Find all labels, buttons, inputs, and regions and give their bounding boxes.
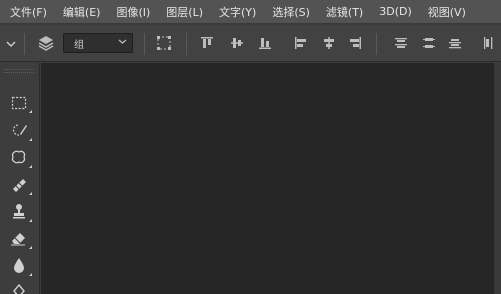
align-right-icon[interactable] — [346, 34, 364, 52]
align-horizontal-center-icon[interactable] — [320, 34, 338, 52]
auto-select-dropdown[interactable]: 组 — [63, 33, 133, 53]
auto-select-value: 组 — [74, 39, 84, 51]
tool-preset-chevron-icon[interactable] — [4, 37, 18, 51]
clone-stamp-tool[interactable] — [4, 202, 34, 224]
menu-file[interactable]: 文件(F) — [10, 4, 47, 20]
eraser-icon — [10, 230, 28, 250]
distribute-left-icon[interactable] — [480, 34, 498, 52]
blur-tool[interactable] — [4, 256, 34, 278]
align-left-icon[interactable] — [292, 34, 310, 52]
align-top-icon[interactable] — [198, 34, 216, 52]
menu-3d[interactable]: 3D(D) — [379, 5, 412, 18]
distribute-vertical-center-icon[interactable] — [420, 34, 438, 52]
menu-view[interactable]: 视图(V) — [428, 4, 466, 20]
menu-layer[interactable]: 图层(L) — [166, 4, 203, 20]
spot-healing-tool[interactable] — [4, 148, 34, 170]
quick-selection-icon — [10, 122, 28, 142]
pen-tool[interactable] — [4, 281, 34, 294]
menu-type[interactable]: 文字(Y) — [219, 4, 256, 20]
distribute-bottom-icon[interactable] — [446, 34, 464, 52]
menu-image[interactable]: 图像(I) — [116, 4, 150, 20]
panel-grip[interactable] — [4, 69, 34, 73]
distribute-top-icon[interactable] — [392, 34, 410, 52]
panel-edge — [494, 63, 501, 294]
rectangular-marquee-icon — [11, 95, 27, 114]
auto-select-layers-icon[interactable] — [36, 33, 56, 53]
rectangular-marquee-tool[interactable] — [4, 93, 34, 115]
tools-panel — [0, 63, 40, 294]
clone-stamp-icon — [11, 203, 27, 223]
align-vertical-center-icon[interactable] — [228, 34, 246, 52]
eraser-tool[interactable] — [4, 229, 34, 251]
pen-icon — [11, 283, 27, 294]
menu-select[interactable]: 选择(S) — [272, 4, 310, 20]
menu-bar: 文件(F) 编辑(E) 图像(I) 图层(L) 文字(Y) 选择(S) 滤镜(T… — [0, 0, 501, 24]
menu-filter[interactable]: 滤镜(T) — [326, 4, 363, 20]
chevron-down-icon — [118, 37, 127, 48]
quick-selection-tool[interactable] — [4, 121, 34, 143]
options-bar: 组 — [0, 25, 501, 62]
transform-controls-icon[interactable] — [154, 33, 174, 53]
blur-drop-icon — [12, 257, 26, 277]
document-canvas[interactable] — [41, 63, 501, 294]
brush-icon — [10, 176, 28, 196]
align-bottom-icon[interactable] — [256, 34, 274, 52]
menu-edit[interactable]: 编辑(E) — [63, 4, 101, 20]
spot-healing-icon — [10, 149, 28, 169]
brush-tool[interactable] — [4, 175, 34, 197]
